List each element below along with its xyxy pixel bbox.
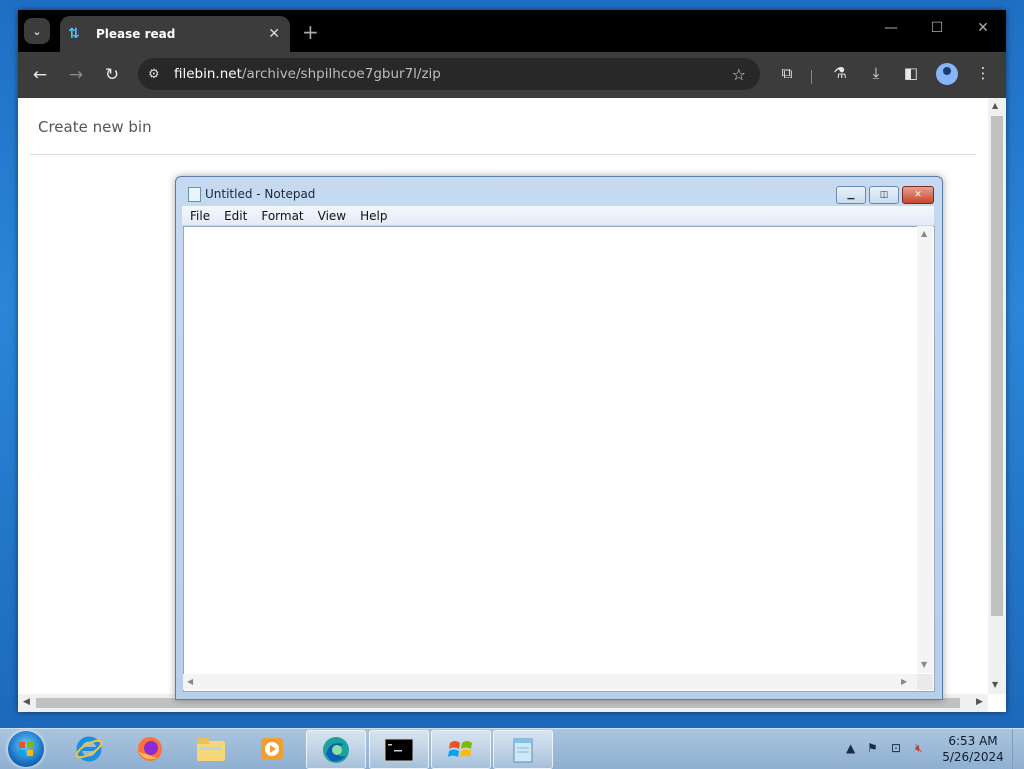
show-desktop-button[interactable] [1012,729,1024,769]
taskbar-media-player[interactable] [243,730,301,767]
taskbar: ▲ ⚑ ⊡ 🔇︎ 6:53 AM 5/26/2024 [0,728,1024,769]
taskbar-command-prompt[interactable] [369,730,429,769]
toolbar-separator [811,70,812,84]
scroll-right-icon[interactable]: ▶ [976,697,983,707]
media-player-icon [261,737,283,760]
internet-explorer-icon [75,736,103,761]
tab-strip: ⌄ ⇅ Please read ✕ + — ☐ ✕ [18,10,1006,52]
extensions-icon[interactable]: ⧉ [776,64,798,82]
notepad-window: Untitled - Notepad ▁ ◫ ✕ File Edit Forma… [175,176,943,700]
notepad-minimize-button[interactable]: ▁ [836,186,866,204]
clock-date: 5/26/2024 [942,750,1004,764]
menu-view[interactable]: View [318,209,346,223]
labs-flask-icon[interactable]: ⚗ [829,64,851,82]
close-icon: ✕ [914,190,922,200]
menu-file[interactable]: File [190,209,210,223]
notepad-maximize-button[interactable]: ◫ [869,186,899,204]
site-info-icon[interactable]: ⚙ [148,67,170,82]
notepad-menubar: File Edit Format View Help [182,206,934,225]
close-tab-icon[interactable]: ✕ [268,26,280,42]
notepad-icon [513,738,533,762]
action-center-flag-icon[interactable]: ⚑ [867,741,878,755]
taskbar-internet-explorer[interactable] [60,730,118,767]
start-button[interactable] [8,731,44,767]
scroll-left-icon[interactable]: ◀ [23,697,30,707]
clock-time: 6:53 AM [948,734,998,748]
scroll-down-icon[interactable]: ▼ [992,680,998,689]
tab-search-button[interactable]: ⌄ [24,18,50,44]
taskbar-edge[interactable] [306,730,366,769]
notepad-icon [188,187,201,202]
tab-title: Please read [96,27,176,41]
minimize-window-button[interactable]: — [876,20,906,36]
tab-favicon-icon: ⇅ [68,26,80,42]
side-panel-icon[interactable]: ◧ [900,64,922,82]
taskbar-firefox[interactable] [121,730,179,767]
notepad-close-button[interactable]: ✕ [902,186,934,204]
system-clock[interactable]: 6:53 AM 5/26/2024 [936,733,1010,765]
windows-logo-icon [19,742,33,756]
taskbar-windows-app[interactable] [431,730,491,769]
scroll-thumb[interactable] [991,116,1003,616]
chevron-down-icon: ⌄ [32,24,42,38]
create-new-bin-link[interactable]: Create new bin [38,118,152,136]
forward-button[interactable]: → [65,64,87,86]
command-prompt-icon [384,738,414,761]
notepad-title: Untitled - Notepad [205,187,316,201]
close-window-button[interactable]: ✕ [968,20,998,36]
windows-flag-icon [448,740,472,757]
profile-avatar-icon[interactable] [936,63,958,85]
bookmark-star-icon[interactable]: ☆ [732,65,746,84]
notepad-titlebar[interactable]: Untitled - Notepad ▁ ◫ ✕ [176,177,942,205]
new-tab-button[interactable]: + [302,20,319,44]
menu-help[interactable]: Help [360,209,387,223]
taskbar-notepad[interactable] [493,730,553,769]
edge-icon [323,736,349,763]
scroll-up-icon[interactable]: ▲ [992,101,998,110]
network-icon[interactable]: ⊡ [891,741,901,755]
menu-format[interactable]: Format [261,209,303,223]
header-divider [30,154,976,155]
download-icon[interactable]: ⤓ [865,64,887,82]
maximize-icon: ◫ [879,190,889,200]
folder-icon [197,737,225,761]
page-vertical-scrollbar[interactable]: ▲ ▼ [988,98,1006,694]
menu-edit[interactable]: Edit [224,209,247,223]
volume-muted-icon[interactable]: 🔇︎ [915,741,923,756]
browser-toolbar: ← → ↻ ⚙ filebin.net/archive/shpilhcoe7gb… [18,52,1006,98]
maximize-window-button[interactable]: ☐ [922,20,952,36]
notepad-text-area[interactable] [183,226,935,692]
back-button[interactable]: ← [29,64,51,86]
tab-please-read[interactable]: ⇅ Please read ✕ [60,16,290,52]
minimize-icon: ▁ [847,190,855,200]
firefox-icon [138,736,162,761]
menu-kebab-icon[interactable]: ⋮ [972,64,994,82]
reload-button[interactable]: ↻ [101,64,123,86]
taskbar-file-explorer[interactable] [182,730,240,767]
address-bar[interactable]: ⚙ filebin.net/archive/shpilhcoe7gbur7l/z… [138,58,760,90]
url-text[interactable]: filebin.net/archive/shpilhcoe7gbur7l/zip [174,66,732,82]
show-hidden-icons-icon[interactable]: ▲ [846,741,855,755]
